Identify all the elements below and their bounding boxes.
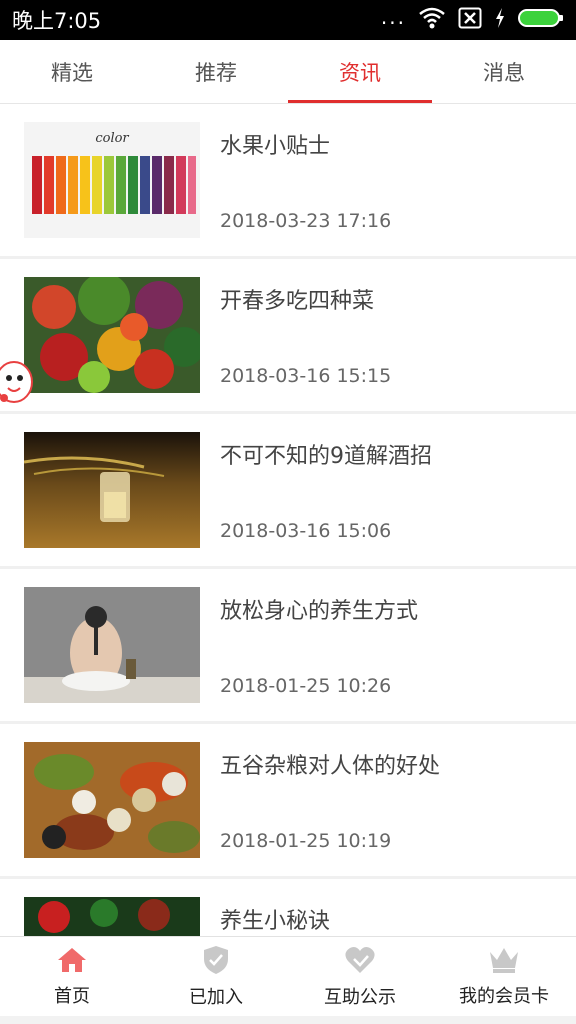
top-tabs: 精选 推荐 资讯 消息 <box>0 40 576 104</box>
tab-recommended[interactable]: 推荐 <box>144 40 288 103</box>
crown-icon <box>488 946 520 978</box>
shield-check-icon <box>202 945 230 979</box>
status-icons: ... <box>381 7 564 33</box>
news-title: 水果小贴士 <box>220 134 331 159</box>
battery-icon <box>518 7 564 33</box>
news-title: 不可不知的9道解酒招 <box>220 444 432 469</box>
charging-icon <box>494 7 506 33</box>
news-date: 2018-01-25 10:19 <box>220 830 392 852</box>
news-title: 养生小秘诀 <box>220 909 331 934</box>
news-thumbnail <box>24 587 200 703</box>
home-icon <box>56 946 88 978</box>
nav-label: 互助公示 <box>324 986 396 1008</box>
news-item[interactable]: 放松身心的养生方式 2018-01-25 10:26 <box>0 569 576 721</box>
heart-hands-icon <box>344 945 376 979</box>
nav-home[interactable]: 首页 <box>0 937 144 1016</box>
news-thumbnail: color <box>24 122 200 238</box>
news-item[interactable]: 五谷杂粮对人体的好处 2018-01-25 10:19 <box>0 724 576 876</box>
news-thumbnail <box>24 277 200 393</box>
news-date: 2018-01-25 10:26 <box>220 675 392 697</box>
nav-label: 已加入 <box>189 986 243 1008</box>
news-item[interactable]: 开春多吃四种菜 2018-03-16 15:15 <box>0 259 576 411</box>
news-title: 开春多吃四种菜 <box>220 289 375 314</box>
news-title: 五谷杂粮对人体的好处 <box>220 754 441 779</box>
news-thumbnail <box>24 897 200 936</box>
status-dots: ... <box>380 5 406 29</box>
status-time: 晚上7:05 <box>12 9 102 33</box>
sim-x-icon <box>458 7 482 33</box>
floating-mascot-icon[interactable] <box>0 358 34 408</box>
nav-mutual-aid[interactable]: 互助公示 <box>288 937 432 1016</box>
news-date: 2018-03-16 15:15 <box>220 365 392 387</box>
wifi-icon <box>418 7 446 33</box>
bottom-strip <box>0 1016 576 1024</box>
news-thumbnail <box>24 742 200 858</box>
news-thumbnail <box>24 432 200 548</box>
status-bar: 晚上7:05 ... <box>0 0 576 40</box>
thumb-color-text: color <box>95 131 129 146</box>
news-item[interactable]: 不可不知的9道解酒招 2018-03-16 15:06 <box>0 414 576 566</box>
nav-joined[interactable]: 已加入 <box>144 937 288 1016</box>
tab-messages[interactable]: 消息 <box>432 40 576 103</box>
news-item[interactable]: color 水果小贴士 2018-03-23 17:16 <box>0 104 576 256</box>
tab-featured[interactable]: 精选 <box>0 40 144 103</box>
news-item[interactable]: 养生小秘诀 <box>0 879 576 936</box>
bottom-nav: 首页 已加入 互助公示 我的会员卡 <box>0 936 576 1016</box>
nav-label: 首页 <box>54 985 90 1007</box>
nav-member-card[interactable]: 我的会员卡 <box>432 937 576 1016</box>
news-date: 2018-03-16 15:06 <box>220 520 392 542</box>
news-title: 放松身心的养生方式 <box>220 599 419 624</box>
nav-label: 我的会员卡 <box>459 985 549 1007</box>
news-date: 2018-03-23 17:16 <box>220 210 392 232</box>
news-list: color 水果小贴士 2018-03-23 17:16 开春多吃四种菜 201… <box>0 104 576 936</box>
tab-news[interactable]: 资讯 <box>288 40 432 103</box>
